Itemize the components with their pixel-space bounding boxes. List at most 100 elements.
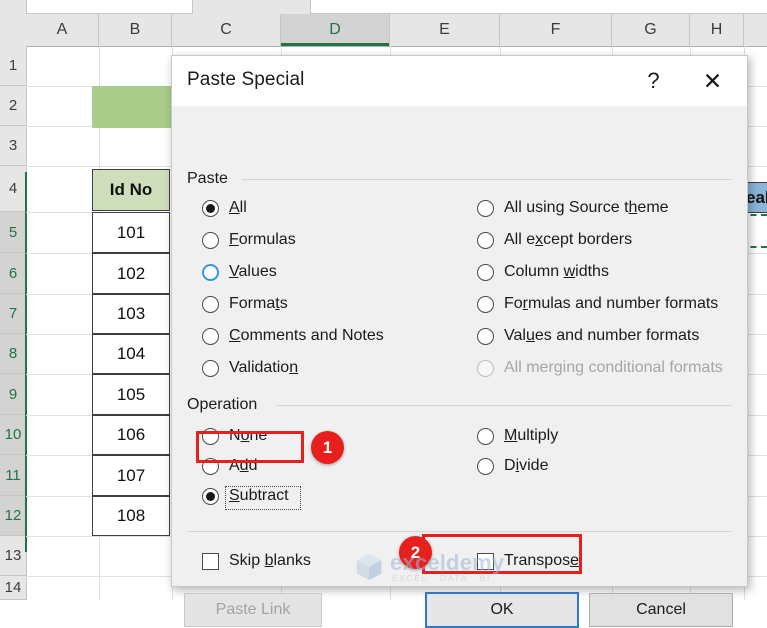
id-no-cell[interactable]: 104	[92, 334, 170, 374]
option-label: Column widths	[504, 263, 609, 281]
paste-option-all[interactable]: All	[202, 197, 247, 219]
option-label: Values	[229, 263, 277, 281]
subtract-highlight-box	[196, 431, 304, 463]
id-no-cell[interactable]: 107	[92, 455, 170, 496]
row-header-7[interactable]: 7	[0, 294, 26, 334]
radio-icon	[477, 200, 494, 217]
option-label: Formulas and number formats	[504, 295, 718, 313]
option-label: Comments and Notes	[229, 327, 384, 345]
watermark-tagline: EXCEL · DATA · BI	[392, 573, 491, 583]
step-badge-1: 1	[311, 431, 344, 464]
option-label: All using Source theme	[504, 199, 669, 217]
row-header-column: 1234567891011121314	[0, 46, 27, 600]
paste-option-all-except-borders[interactable]: All except borders	[477, 229, 632, 251]
radio-icon	[477, 328, 494, 345]
id-no-cell[interactable]: 103	[92, 294, 170, 334]
paste-option-all-using-source-theme[interactable]: All using Source theme	[477, 197, 669, 219]
column-header-b[interactable]: B	[99, 14, 172, 46]
row-header-8[interactable]: 8	[0, 334, 26, 374]
id-no-cell[interactable]: 108	[92, 496, 170, 536]
operation-group-rule	[276, 405, 732, 406]
row-header-5[interactable]: 5	[0, 212, 26, 253]
row-header-12[interactable]: 12	[0, 496, 26, 536]
id-no-cell[interactable]: 106	[92, 415, 170, 455]
option-label: Formulas	[229, 231, 296, 249]
column-header-f[interactable]: F	[500, 14, 612, 46]
row-header-6[interactable]: 6	[0, 253, 26, 294]
id-no-cell[interactable]: 101	[92, 212, 170, 253]
paste-option-comments-and-notes[interactable]: Comments and Notes	[202, 325, 384, 347]
radio-icon	[202, 360, 219, 377]
close-icon[interactable]: ✕	[689, 56, 736, 106]
paste-option-formulas[interactable]: Formulas	[202, 229, 296, 251]
option-label: Formats	[229, 295, 288, 313]
watermark: exceldemy EXCEL · DATA · BI	[352, 548, 532, 588]
name-box[interactable]	[26, 0, 193, 14]
column-header-g[interactable]: G	[612, 14, 690, 46]
checkbox-label: Skip blanks	[229, 552, 311, 570]
column-header-d[interactable]: D	[281, 14, 390, 46]
bottom-rule	[187, 531, 732, 532]
row-header-13[interactable]: 13	[0, 536, 26, 576]
subtract-focus-outline	[225, 486, 301, 510]
checkbox-skip-blanks[interactable]: Skip blanks	[202, 550, 311, 572]
column-header-h[interactable]: H	[690, 14, 744, 46]
help-icon[interactable]: ?	[630, 56, 677, 106]
radio-icon	[477, 232, 494, 249]
row-header-2[interactable]: 2	[0, 86, 26, 126]
option-label: Multiply	[504, 427, 558, 445]
row-header-4[interactable]: 4	[0, 166, 26, 212]
paste-special-dialog: Paste Special ? ✕ Paste All Formulas Value…	[171, 55, 748, 587]
option-label: Divide	[504, 457, 548, 475]
paste-option-values-and-number-formats[interactable]: Values and number formats	[477, 325, 699, 347]
paste-option-column-widths[interactable]: Column widths	[477, 261, 609, 283]
row-header-1[interactable]: 1	[0, 46, 26, 86]
dialog-body: Paste All Formulas Values Formats Comments a…	[172, 106, 747, 586]
row-header-9[interactable]: 9	[0, 374, 26, 415]
column-header-a[interactable]: A	[26, 14, 99, 46]
paste-group-rule	[242, 179, 732, 180]
checkbox-icon	[202, 553, 219, 570]
radio-icon	[477, 264, 494, 281]
paste-option-values[interactable]: Values	[202, 261, 277, 283]
row-header-11[interactable]: 11	[0, 455, 26, 496]
dialog-title-bar: Paste Special ? ✕	[172, 56, 747, 106]
row-header-14[interactable]: 14	[0, 576, 26, 600]
option-label: Values and number formats	[504, 327, 699, 345]
paste-option-validation[interactable]: Validation	[202, 357, 298, 379]
ok-button[interactable]: OK	[425, 592, 579, 628]
row-selection-indicator	[25, 172, 27, 552]
radio-icon	[202, 200, 219, 217]
option-label: All	[229, 199, 247, 217]
id-no-cell[interactable]: 105	[92, 374, 170, 415]
radio-icon	[202, 328, 219, 345]
radio-icon	[202, 264, 219, 281]
operation-group-label: Operation	[187, 396, 264, 414]
option-label: Validation	[229, 359, 298, 377]
radio-icon	[202, 488, 219, 505]
paste-option-formats[interactable]: Formats	[202, 293, 288, 315]
option-label: All except borders	[504, 231, 632, 249]
column-header-c[interactable]: C	[172, 14, 281, 46]
radio-icon	[477, 360, 494, 377]
radio-icon	[477, 428, 494, 445]
radio-icon	[202, 296, 219, 313]
paste-option-all-merging-conditional-formats: All merging conditional formats	[477, 357, 723, 379]
column-header-e[interactable]: E	[390, 14, 500, 46]
operation-option-multiply[interactable]: Multiply	[477, 425, 558, 447]
row-header-10[interactable]: 10	[0, 415, 26, 455]
dialog-title: Paste Special	[187, 69, 304, 91]
paste-group-label: Paste	[187, 170, 235, 188]
radio-icon	[477, 296, 494, 313]
radio-icon	[202, 232, 219, 249]
radio-icon	[477, 458, 494, 475]
table-header-id: Id No	[92, 169, 170, 211]
formula-input[interactable]	[310, 0, 767, 14]
row-header-3[interactable]: 3	[0, 126, 26, 166]
column-header-row: ABCDEFGH	[0, 14, 767, 47]
paste-option-formulas-and-number-formats[interactable]: Formulas and number formats	[477, 293, 718, 315]
paste-link-button[interactable]: Paste Link	[184, 593, 322, 627]
id-no-cell[interactable]: 102	[92, 253, 170, 294]
cancel-button[interactable]: Cancel	[589, 593, 733, 627]
operation-option-divide[interactable]: Divide	[477, 455, 548, 477]
